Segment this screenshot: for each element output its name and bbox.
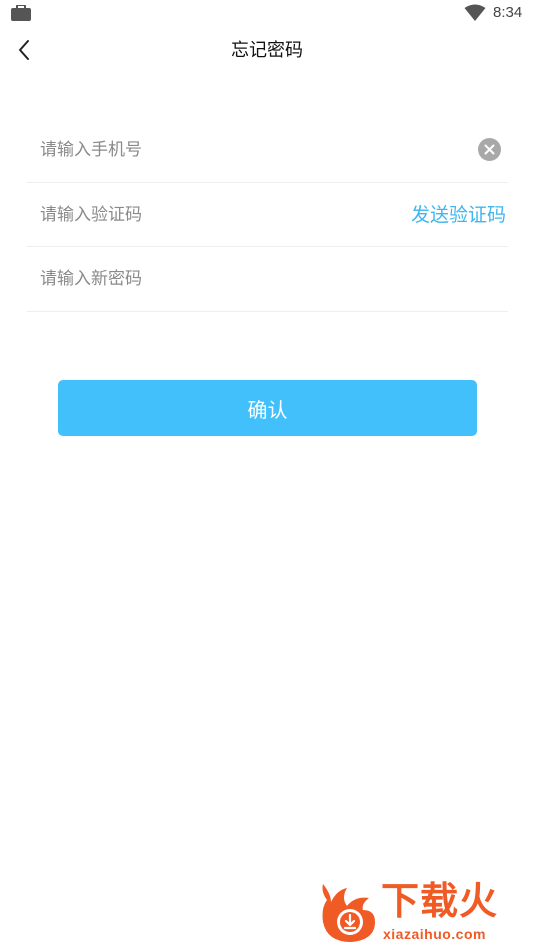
send-code-button[interactable]: 发送验证码 <box>411 201 506 229</box>
watermark: 下载火 xiazaihuo.com <box>315 878 530 946</box>
password-row <box>27 247 508 312</box>
watermark-name: 下载火 <box>381 879 499 923</box>
phone-input[interactable] <box>40 134 440 166</box>
code-input[interactable] <box>40 198 370 231</box>
flame-logo-icon <box>317 880 379 944</box>
briefcase-icon <box>11 4 31 21</box>
nav-bar: 忘记密码 <box>0 28 534 76</box>
clear-phone-button[interactable] <box>478 138 501 161</box>
page-title: 忘记密码 <box>231 40 303 61</box>
close-icon <box>484 140 495 159</box>
status-time: 8:34 <box>493 4 523 21</box>
new-password-input[interactable] <box>40 263 440 295</box>
confirm-button[interactable]: 确认 <box>58 380 477 436</box>
phone-row <box>27 118 508 183</box>
status-bar: 8:34 <box>0 0 534 28</box>
watermark-domain: xiazaihuo.com <box>383 926 486 942</box>
reset-password-form: 发送验证码 <box>27 118 508 312</box>
wifi-icon <box>464 4 486 22</box>
code-row: 发送验证码 <box>27 183 508 247</box>
